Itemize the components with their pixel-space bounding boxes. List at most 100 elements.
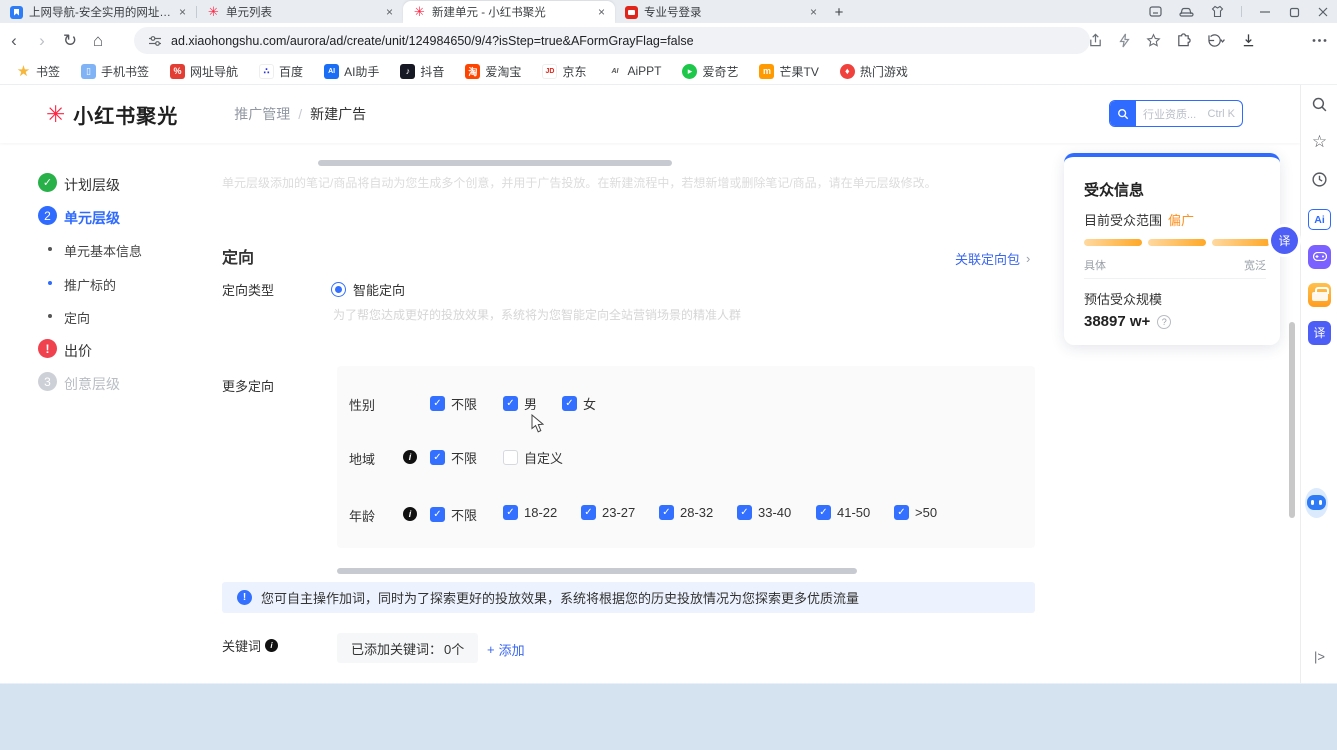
add-keyword-button[interactable]: + 添加 (487, 640, 525, 659)
rail-copilot-chat-icon[interactable] (1305, 491, 1328, 514)
bookmark-mgtv[interactable]: m芒果TV (759, 63, 818, 80)
extensions-icon[interactable] (1176, 33, 1191, 48)
checkbox-age-33-40[interactable]: 33-40 (737, 505, 791, 520)
horizontal-scrollbar[interactable] (318, 160, 672, 166)
browser-assistant-icon[interactable] (1179, 6, 1194, 18)
checkbox-icon (430, 396, 445, 411)
tab-close-icon[interactable]: × (177, 5, 188, 19)
maximize-icon[interactable] (1288, 6, 1300, 18)
minimize-icon[interactable] (1259, 6, 1271, 18)
rail-tools-icon[interactable] (1308, 283, 1331, 306)
rail-favorites-icon[interactable]: ☆ (1308, 130, 1331, 153)
reload-icon[interactable]: ↻ (56, 31, 84, 51)
checkbox-icon (894, 505, 909, 520)
checkbox-gender-unlimited[interactable]: 不限 (430, 394, 477, 413)
help-icon[interactable] (1157, 315, 1171, 329)
info-icon[interactable] (403, 507, 417, 521)
rail-games-icon[interactable] (1308, 245, 1331, 268)
controls-separator (1241, 6, 1242, 17)
forward-icon[interactable]: › (28, 31, 56, 51)
breadcrumb-parent[interactable]: 推广管理 (234, 104, 290, 124)
checkbox-age-41-50[interactable]: 41-50 (816, 505, 870, 520)
bookmark-games[interactable]: ♦热门游戏 (840, 63, 908, 80)
targeting-pack-link[interactable]: 关联定向包 › (955, 249, 1030, 268)
workspace-icon[interactable] (1149, 5, 1162, 18)
share-icon[interactable] (1088, 33, 1103, 48)
checkbox-age-23-27[interactable]: 23-27 (581, 505, 635, 520)
site-settings-icon[interactable] (148, 34, 162, 48)
info-icon[interactable] (403, 450, 417, 464)
new-tab-button[interactable]: + (827, 1, 851, 23)
substep-unit-basic[interactable]: 单元基本信息 (64, 241, 142, 260)
url-bar[interactable]: ad.xiaohongshu.com/aurora/ad/create/unit… (134, 27, 1090, 54)
tab-nav-site[interactable]: 上网导航-安全实用的网址导航 × (0, 1, 196, 23)
bookmark-ai[interactable]: AIAI助手 (324, 63, 379, 80)
more-menu-icon[interactable] (1312, 38, 1327, 43)
step-unit-level[interactable]: 单元层级 (64, 208, 120, 228)
checkbox-age-18-22[interactable]: 18-22 (503, 505, 557, 520)
mouse-cursor (531, 414, 544, 433)
checkbox-gender-male[interactable]: 男 (503, 394, 537, 413)
step-plan-level[interactable]: 计划层级 (64, 175, 120, 195)
bookmark-shuqian[interactable]: ★书签 (16, 63, 60, 80)
rail-history-icon[interactable] (1308, 168, 1331, 191)
step-bidding[interactable]: 出价 (64, 341, 92, 361)
substep-dot-active (48, 281, 52, 285)
rail-collapse-icon[interactable]: |> (1308, 645, 1331, 668)
step-done-icon (38, 173, 57, 192)
horizontal-scrollbar[interactable] (337, 568, 857, 574)
bookmark-taobao[interactable]: 淘爱淘宝 (465, 63, 521, 80)
header-search-box[interactable]: 行业资质... Ctrl K (1109, 100, 1243, 127)
step-creative-level[interactable]: 创意层级 (64, 374, 120, 394)
vertical-scrollbar[interactable] (1289, 322, 1295, 518)
tab-close-icon[interactable]: × (596, 5, 607, 19)
checkbox-region-unlimited[interactable]: 不限 (430, 448, 477, 467)
checkbox-icon (430, 450, 445, 465)
rail-ai-icon[interactable]: Ai (1308, 208, 1331, 231)
bookmark-nav[interactable]: %网址导航 (170, 63, 238, 80)
favorite-star-icon[interactable] (1146, 33, 1161, 48)
rail-translate-icon[interactable]: 译 (1308, 321, 1331, 344)
bookmark-iqiyi[interactable]: ▸爱奇艺 (682, 63, 738, 80)
tab-close-icon[interactable]: × (808, 5, 819, 19)
checkbox-gender-female[interactable]: 女 (562, 394, 596, 413)
downloads-icon[interactable] (1241, 33, 1256, 48)
bookmarks-bar: ★书签 ▯手机书签 %网址导航 ∴百度 AIAI助手 ♪抖音 淘爱淘宝 JD京东… (0, 58, 1337, 85)
tab-pro-login[interactable]: 专业号登录 × (615, 1, 827, 23)
close-icon[interactable] (1317, 6, 1329, 18)
checkbox-age-28-32[interactable]: 28-32 (659, 505, 713, 520)
bookmark-jd[interactable]: JD京东 (542, 63, 586, 80)
substep-promo-target[interactable]: 推广标的 (64, 275, 116, 294)
translate-bubble-icon[interactable]: 译 (1271, 227, 1298, 254)
performance-icon[interactable] (1118, 33, 1131, 48)
rail-search-icon[interactable] (1308, 93, 1331, 116)
breadcrumb: 推广管理 / 新建广告 (234, 104, 366, 124)
xiaohongshu-logo[interactable]: ✳ 小红书聚光 (46, 100, 178, 129)
bookmark-mobile[interactable]: ▯手机书签 (81, 63, 149, 80)
bookmark-baidu[interactable]: ∴百度 (259, 63, 303, 80)
smart-targeting-radio[interactable]: 智能定向 (331, 280, 405, 299)
range-bar-segment (1084, 239, 1142, 246)
appearance-icon[interactable] (1211, 5, 1224, 18)
bookmark-aippt[interactable]: AIAiPPT (607, 64, 661, 79)
back-icon[interactable]: ‹ (0, 31, 28, 51)
tab-unit-list[interactable]: 单元列表 × (197, 1, 403, 23)
home-icon[interactable]: ⌂ (84, 31, 112, 51)
info-icon[interactable] (265, 639, 278, 652)
game-icon: ♦ (840, 64, 855, 79)
history-dropdown-icon[interactable] (1206, 33, 1226, 48)
toolbar-actions (1088, 23, 1327, 58)
tab-close-icon[interactable]: × (384, 5, 395, 19)
checkbox-age-50plus[interactable]: >50 (894, 505, 937, 520)
checkbox-age-unlimited[interactable]: 不限 (430, 505, 477, 524)
radio-selected-icon (331, 282, 346, 297)
checkbox-region-custom[interactable]: 自定义 (503, 448, 563, 467)
browser-toolbar: ‹ › ↻ ⌂ ad.xiaohongshu.com/aurora/ad/cre… (0, 23, 1337, 58)
tab-new-unit-active[interactable]: 新建单元 - 小红书聚光 × (403, 1, 615, 23)
notice-info-icon (237, 590, 252, 605)
step-current-icon: 2 (38, 206, 57, 225)
keyword-label: 关键词 (222, 636, 278, 655)
substep-targeting[interactable]: 定向 (64, 308, 90, 327)
bookmark-douyin[interactable]: ♪抖音 (400, 63, 444, 80)
xhs-spark-icon (207, 6, 220, 19)
